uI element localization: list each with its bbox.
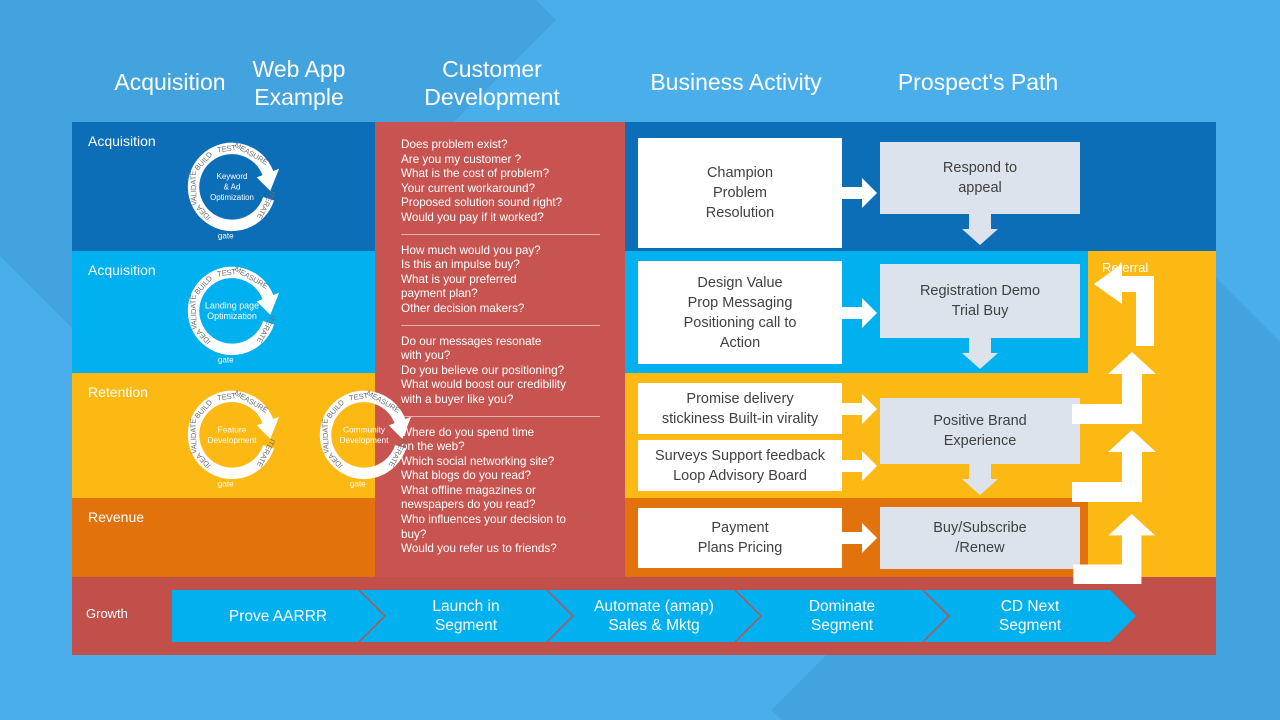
lean-cycle-1: BUILD TEST MEASURE ITERATE IDEA VALIDATE Landi… — [180, 262, 284, 366]
business-activity-box[interactable]: Payment Plans Pricing — [638, 508, 842, 568]
cycle-center-label: Development — [208, 435, 258, 445]
question-divider — [401, 324, 600, 326]
question-line: Would you refer us to friends? — [401, 542, 557, 556]
referral-elbow-arrow-icon — [1072, 512, 1168, 584]
lean-cycle-3: BUILD TEST MEASURE ITERATE IDEA VALIDATE Commu… — [312, 386, 416, 490]
growth-step-chevron[interactable]: Launch in Segment — [360, 590, 572, 642]
cycle-stage-label: VALIDATE — [320, 419, 330, 454]
cycle-stage-label: VALIDATE — [188, 295, 198, 330]
question-line: Other decision makers? — [401, 301, 525, 315]
question-line: Where do you spend time — [401, 425, 535, 439]
question-divider — [401, 233, 600, 235]
cycle-stage-label: ITERATE — [255, 189, 278, 221]
cycle-center-label: Landing page — [205, 301, 259, 311]
question-line: How much would you pay? — [401, 243, 541, 257]
column-headers: Acquisition Web App Example Customer Develop… — [0, 0, 1280, 122]
question-line: What is the cost of problem? — [401, 167, 550, 181]
prospect-path-box[interactable]: Buy/Subscribe/Renew — [880, 507, 1080, 569]
cycle-center-label: & Ad — [224, 182, 241, 191]
question-line: What offline magazines or — [401, 483, 536, 497]
cycle-stage-label: VALIDATE — [188, 419, 198, 454]
question-line: Your current workaround? — [401, 181, 536, 195]
aarrr-matrix: Acquisition Acquisition Referral Retenti… — [72, 122, 1216, 655]
column-header-4: Prospect's Path — [897, 69, 1059, 95]
cycle-stage-label: VALIDATE — [188, 171, 198, 206]
cycle-center-label: Feature — [218, 425, 247, 435]
question-group: Do our messages resonate with you? Do you … — [401, 335, 611, 408]
growth-step-chevron[interactable]: CD Next Segment — [924, 590, 1136, 642]
question-line: What would boost our credibility — [401, 378, 567, 392]
cycle-exit-gate-label: gate — [218, 479, 234, 488]
down-arrow-icon — [961, 464, 999, 496]
prospect-path-box[interactable]: Registration Demo Trial Buy — [880, 264, 1080, 338]
question-line: Is this an impulse buy? — [401, 258, 520, 272]
row-label-acquisition-1: Acquisition — [88, 133, 156, 149]
cycle-center-label: Development — [340, 435, 390, 445]
column-header-2: Customer Development — [424, 56, 560, 110]
question-line: Do our messages resonate — [401, 334, 542, 348]
question-line: payment plan? — [401, 287, 478, 301]
down-arrow-icon — [961, 214, 999, 246]
growth-step-chevron[interactable]: Automate (amap) Sales & Mktg — [548, 590, 760, 642]
business-activity-box[interactable]: Design Value Prop Messaging Positioning ca… — [638, 261, 842, 364]
question-divider — [401, 415, 600, 417]
question-line: Which social networking site? — [401, 454, 555, 468]
question-line: Would you pay if it worked? — [401, 210, 544, 224]
cycle-exit-gate-label: gate — [350, 479, 366, 488]
right-arrow-icon — [842, 392, 878, 426]
question-line: with a buyer like you? — [401, 392, 514, 406]
cycle-exit-gate-label: gate — [218, 231, 234, 240]
right-arrow-icon — [842, 176, 878, 210]
cycle-stage-label: ITERATE — [387, 437, 410, 469]
business-activity-box[interactable]: Surveys Support feedback Loop Advisory Bo… — [638, 440, 842, 491]
referral-elbow-arrow-icon — [1092, 262, 1168, 346]
question-group: Does problem exist? Are you my customer ?… — [401, 138, 611, 226]
question-line: What blogs do you read? — [401, 469, 531, 483]
cycle-stage-label: ITERATE — [255, 313, 278, 345]
slide-canvas: Acquisition Web App Example Customer Develop… — [0, 0, 1280, 720]
referral-elbow-arrow-icon — [1072, 350, 1168, 424]
question-group: How much would you pay? Is this an impuls… — [401, 244, 611, 317]
question-line: Who influences your decision to — [401, 513, 567, 527]
question-line: buy? — [401, 527, 427, 541]
prospect-path-box[interactable]: Positive Brand Experience — [880, 398, 1080, 464]
cycle-center-label: Optimization — [210, 193, 254, 202]
question-line: with you? — [401, 349, 451, 363]
referral-elbow-arrow-icon — [1072, 428, 1168, 502]
question-line: Are you my customer ? — [401, 152, 522, 166]
question-line: on the web? — [401, 440, 465, 454]
business-activity-box[interactable]: Champion Problem Resolution — [638, 138, 842, 248]
cycle-center-label: Community — [343, 425, 386, 435]
column-header-3: Business Activity — [650, 69, 822, 95]
row-label-revenue: Revenue — [88, 509, 145, 525]
row-label-acquisition-2: Acquisition — [88, 262, 156, 278]
question-line: Do you believe our positioning? — [401, 363, 565, 377]
column-header-0: Acquisition — [114, 69, 226, 95]
lean-cycle-0: BUILD TEST MEASURE ITERATE IDEA VALIDATE Keywo… — [180, 138, 284, 242]
lean-cycle-2: BUILD TEST MEASURE ITERATE IDEA VALIDATE Featu… — [180, 386, 284, 490]
cycle-exit-gate-label: gate — [218, 355, 234, 364]
row-label-retention: Retention — [88, 384, 148, 400]
question-group: Where do you spend time on the web? Which … — [401, 426, 611, 557]
question-line: Proposed solution sound right? — [401, 196, 563, 210]
prospect-path-box[interactable]: Respond to appeal — [880, 142, 1080, 214]
business-activity-box[interactable]: Promise delivery stickiness Built-in vira… — [638, 383, 842, 434]
cycle-stage-label: ITERATE — [255, 437, 278, 469]
right-arrow-icon — [842, 449, 878, 483]
right-arrow-icon — [842, 296, 878, 330]
growth-step-chevron[interactable]: Prove AARRR — [172, 590, 384, 642]
column-header-1: Web App Example — [252, 56, 346, 110]
row-label-growth: Growth — [86, 606, 128, 621]
right-arrow-icon — [842, 521, 878, 555]
cycle-center-label: Keyword — [217, 172, 248, 181]
down-arrow-icon — [961, 338, 999, 370]
question-line: newspapers do you read? — [401, 498, 536, 512]
question-line: Does problem exist? — [401, 138, 508, 151]
growth-step-chevron[interactable]: Dominate Segment — [736, 590, 948, 642]
question-line: What is your preferred — [401, 272, 517, 286]
customer-development-questions-panel: Does problem exist? Are you my customer ?… — [375, 122, 625, 577]
cycle-center-label: Optimization — [207, 311, 257, 321]
